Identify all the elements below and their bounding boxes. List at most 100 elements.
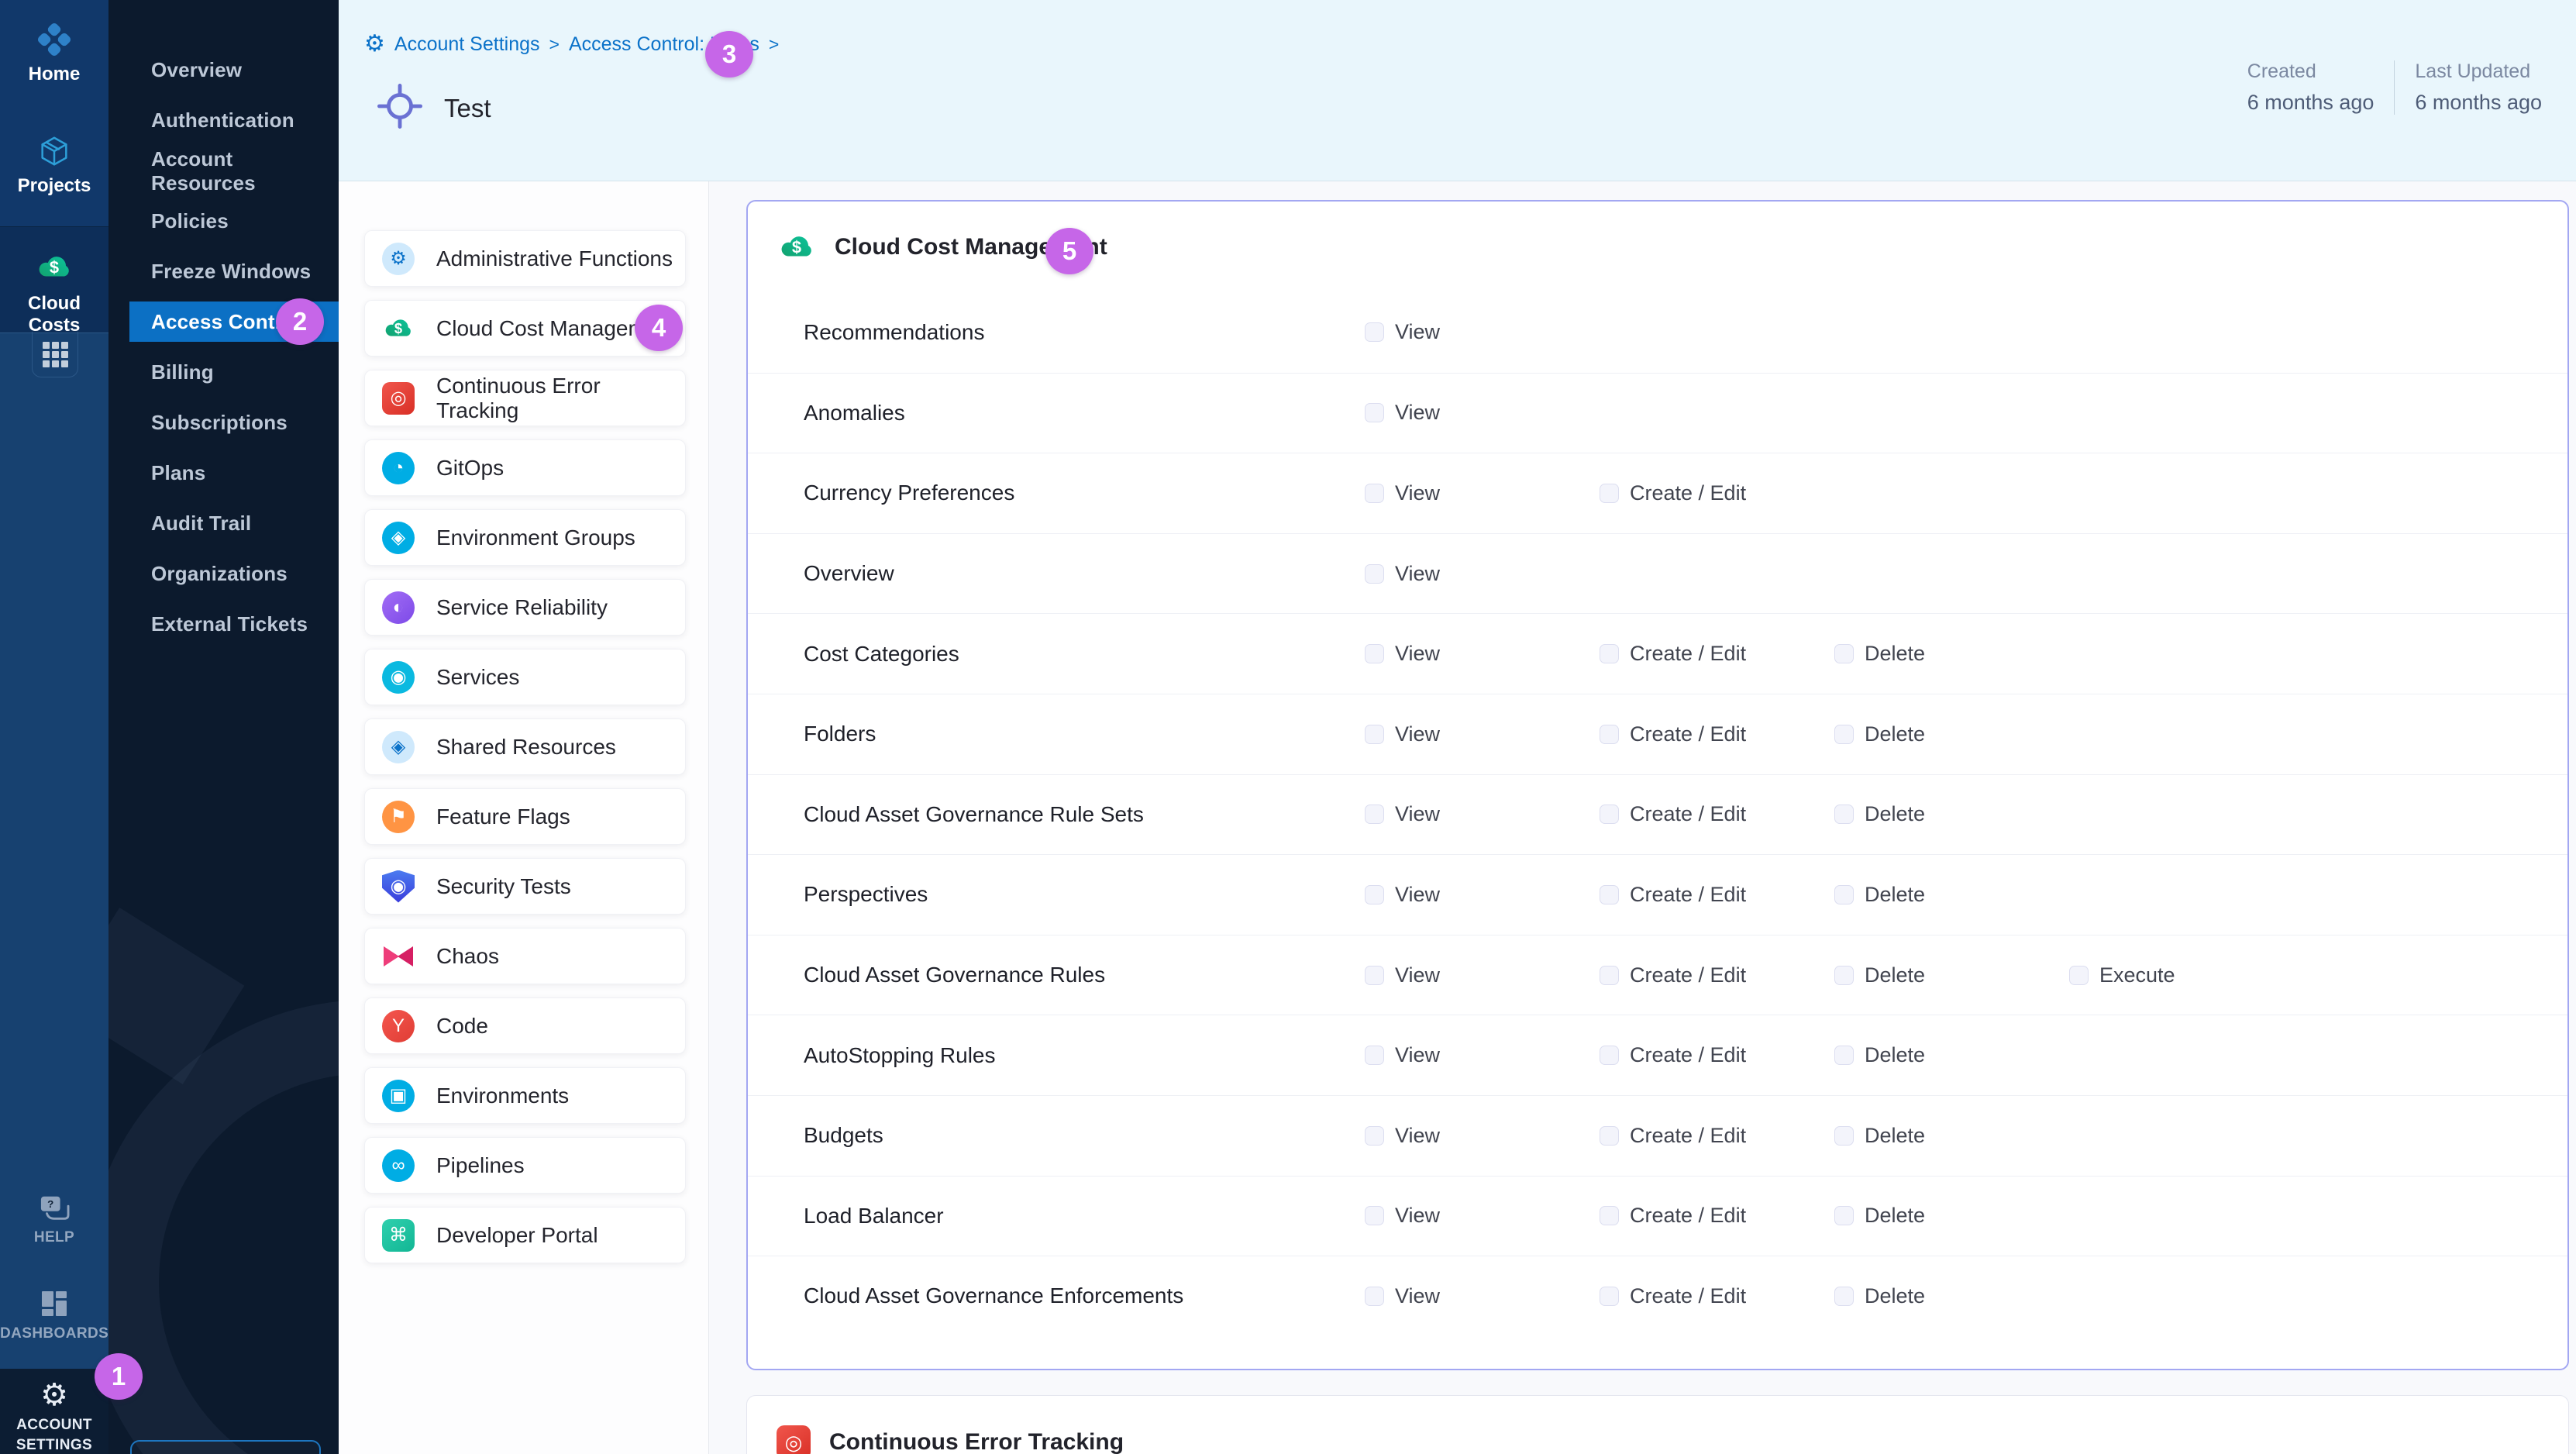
perspectives-delete-checkbox[interactable] [1834, 885, 1854, 904]
currency-preferences-create-edit-checkbox[interactable] [1600, 484, 1619, 503]
autostopping-rules-create-edit-checkbox[interactable] [1600, 1046, 1619, 1065]
nav-item-label: Plans [151, 461, 205, 485]
autostopping-rules-delete-checkbox[interactable] [1834, 1046, 1854, 1065]
breadcrumb-link-account-settings[interactable]: Account Settings [394, 33, 540, 56]
permission-label: View [1395, 963, 1440, 987]
permission-label: View [1395, 481, 1440, 505]
cloud-asset-governance-rules-execute-checkbox[interactable] [2069, 966, 2089, 985]
projects-cube-icon [0, 133, 108, 169]
nav-item-policies[interactable]: Policies [108, 196, 339, 246]
budgets-view-checkbox[interactable] [1365, 1126, 1384, 1146]
secondary-nav-bottom-button[interactable] [130, 1440, 321, 1454]
nav-item-label: Policies [151, 209, 229, 233]
module-item-label: Code [436, 1014, 488, 1039]
sidebar-item-home[interactable]: Home [0, 22, 108, 85]
module-item-environment-groups[interactable]: ◈ Environment Groups [364, 509, 686, 566]
autostopping-rules-view-checkbox[interactable] [1365, 1046, 1384, 1065]
module-item-feature-flags[interactable]: ⚑ Feature Flags [364, 788, 686, 845]
sidebar-item-help[interactable]: ? HELP [0, 1194, 108, 1246]
cloud-asset-governance-rules-view-checkbox[interactable] [1365, 966, 1384, 985]
breadcrumb-separator: > [549, 34, 560, 55]
account-settings-gear-icon: ⚙ [0, 1380, 108, 1411]
nav-item-organizations[interactable]: Organizations [108, 549, 339, 599]
load-balancer-delete-checkbox[interactable] [1834, 1206, 1854, 1225]
permission-row-recommendations: Recommendations View [748, 292, 2567, 373]
cloud-asset-governance-rules-delete-checkbox[interactable] [1834, 966, 1854, 985]
module-item-services[interactable]: ◉ Services [364, 649, 686, 705]
cloud-asset-governance-rule-sets-view-checkbox[interactable] [1365, 805, 1384, 824]
perspectives-create-edit-checkbox[interactable] [1600, 885, 1619, 904]
cloud-asset-governance-rule-sets-create-edit-checkbox[interactable] [1600, 805, 1619, 824]
cost-categories-view-checkbox[interactable] [1365, 644, 1384, 663]
cloud-asset-governance-enforcements-create-edit-checkbox[interactable] [1600, 1287, 1619, 1306]
permission-cell-view: View [1365, 401, 1600, 425]
cloud-asset-governance-enforcements-delete-checkbox[interactable] [1834, 1287, 1854, 1306]
sidebar-item-account-settings[interactable]: ⚙ ACCOUNT SETTINGS [0, 1380, 108, 1454]
cloud-asset-governance-rules-create-edit-checkbox[interactable] [1600, 966, 1619, 985]
cost-categories-create-edit-checkbox[interactable] [1600, 644, 1619, 663]
sidebar-item-cloud-costs[interactable]: Cloud Costs [0, 248, 108, 336]
nav-item-overview[interactable]: Overview [108, 45, 339, 95]
permission-label: Delete [1865, 722, 1925, 746]
sidebar-item-dashboards[interactable]: DASHBOARDS [0, 1288, 108, 1342]
budgets-create-edit-checkbox[interactable] [1600, 1126, 1619, 1146]
load-balancer-create-edit-checkbox[interactable] [1600, 1206, 1619, 1225]
permission-row-anomalies: Anomalies View [748, 373, 2567, 453]
cloud-cost-management-icon [777, 228, 816, 267]
module-item-environments[interactable]: ▣ Environments [364, 1067, 686, 1124]
budgets-delete-checkbox[interactable] [1834, 1126, 1854, 1146]
cloud-asset-governance-rule-sets-delete-checkbox[interactable] [1834, 805, 1854, 824]
cloud-asset-governance-enforcements-view-checkbox[interactable] [1365, 1287, 1384, 1306]
nav-item-freeze-windows[interactable]: Freeze Windows [108, 246, 339, 297]
module-item-code[interactable]: Y Code [364, 997, 686, 1054]
folders-create-edit-checkbox[interactable] [1600, 725, 1619, 744]
resource-label: Load Balancer [804, 1204, 1365, 1228]
nav-item-label: Subscriptions [151, 411, 288, 435]
permission-cell-create-edit: Create / Edit [1600, 481, 1834, 505]
account-settings-gear-icon[interactable]: ⚙ [364, 33, 385, 56]
pipelines-icon: ∞ [382, 1149, 415, 1182]
permission-label: Delete [1865, 963, 1925, 987]
nav-item-plans[interactable]: Plans [108, 448, 339, 498]
cost-categories-delete-checkbox[interactable] [1834, 644, 1854, 663]
svg-text:?: ? [47, 1198, 53, 1210]
nav-item-account-resources[interactable]: Account Resources [108, 146, 339, 196]
module-item-continuous-error-tracking[interactable]: ◎ Continuous Error Tracking [364, 370, 686, 426]
module-item-administrative-functions[interactable]: ⚙ Administrative Functions [364, 230, 686, 287]
anomalies-view-checkbox[interactable] [1365, 403, 1384, 422]
permission-label: View [1395, 883, 1440, 907]
permission-label: Delete [1865, 802, 1925, 826]
nav-item-audit-trail[interactable]: Audit Trail [108, 498, 339, 549]
nav-item-billing[interactable]: Billing [108, 347, 339, 398]
permission-label: View [1395, 401, 1440, 425]
nav-item-label: Freeze Windows [151, 260, 311, 284]
primary-sidebar: Home Projects Cloud Costs [0, 0, 108, 1454]
module-item-label: Administrative Functions [436, 246, 673, 271]
module-item-chaos[interactable]: Chaos [364, 928, 686, 984]
module-item-developer-portal[interactable]: ⌘ Developer Portal [364, 1207, 686, 1263]
overview-view-checkbox[interactable] [1365, 564, 1384, 584]
cloud-cost-management-icon [382, 312, 415, 345]
module-item-label: Developer Portal [436, 1223, 598, 1248]
perspectives-view-checkbox[interactable] [1365, 885, 1384, 904]
module-item-security-tests[interactable]: ◉ Security Tests [364, 858, 686, 915]
module-item-gitops[interactable]: ◔ GitOps [364, 439, 686, 496]
environment-groups-icon: ◈ [382, 522, 415, 554]
harness-home-icon [0, 22, 108, 57]
load-balancer-view-checkbox[interactable] [1365, 1206, 1384, 1225]
nav-item-subscriptions[interactable]: Subscriptions [108, 398, 339, 448]
module-item-shared-resources[interactable]: ◈ Shared Resources [364, 718, 686, 775]
nav-item-authentication[interactable]: Authentication [108, 95, 339, 146]
module-item-pipelines[interactable]: ∞ Pipelines [364, 1137, 686, 1194]
module-picker-button[interactable] [32, 332, 78, 377]
permission-cell-delete: Delete [1834, 883, 2069, 907]
recommendations-view-checkbox[interactable] [1365, 322, 1384, 342]
nav-item-external-tickets[interactable]: External Tickets [108, 599, 339, 649]
currency-preferences-view-checkbox[interactable] [1365, 484, 1384, 503]
permission-cell-execute: Execute [2069, 963, 2304, 987]
module-item-service-reliability[interactable]: ◐ Service Reliability [364, 579, 686, 636]
folders-view-checkbox[interactable] [1365, 725, 1384, 744]
sidebar-item-projects[interactable]: Projects [0, 133, 108, 197]
folders-delete-checkbox[interactable] [1834, 725, 1854, 744]
main-content: Cloud Cost Management Recommendations Vi… [709, 181, 2576, 1454]
